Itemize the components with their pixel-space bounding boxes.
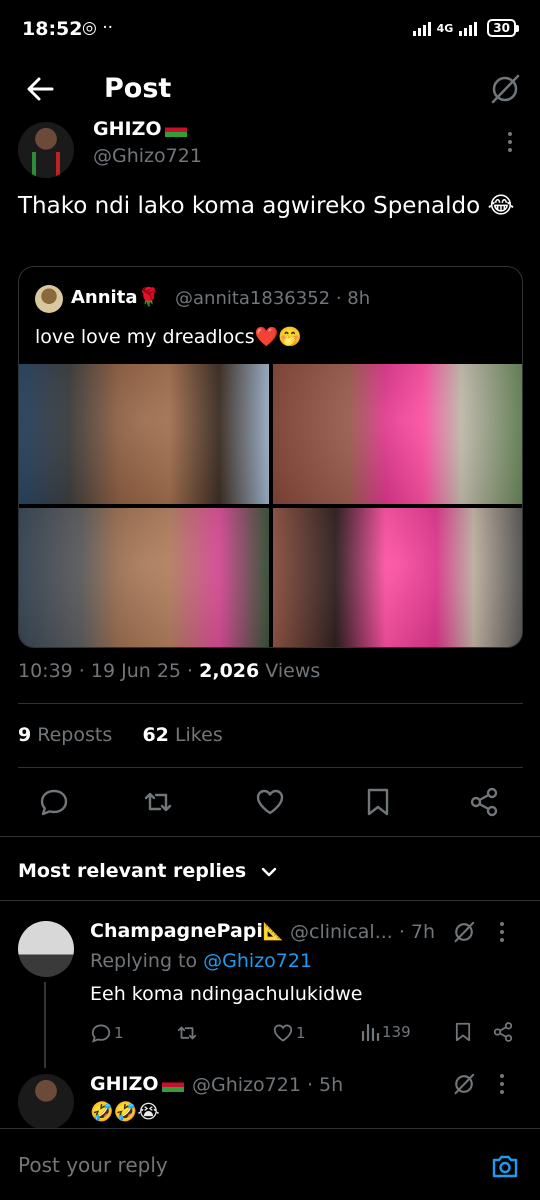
arrow-left-icon [27,77,54,101]
reply-icon [40,789,68,816]
malawi-flag-icon [164,122,187,137]
photo-4[interactable] [273,508,522,647]
post-metadata: 10:39 · 19 Jun 25 · 2,026 Views [18,660,320,682]
reply-repost-button[interactable] [176,1022,198,1044]
author-avatar[interactable] [18,122,74,178]
reply-composer [0,1128,540,1200]
heart-icon [256,789,284,815]
reply-author-handle[interactable]: @clinical... · 7h [290,921,435,943]
grok-icon [454,1073,475,1095]
author-name[interactable]: GHIZO [93,118,187,140]
reply-avatar[interactable] [18,921,74,977]
reply-text: Eeh koma ndingachulukidwe [90,983,363,1005]
more-options-button[interactable] [498,132,522,156]
reply-like-button[interactable]: 1 [272,1022,306,1044]
reply-author-name-text: ChampagnePapi [90,920,263,942]
reply-reply-button[interactable]: 1 [90,1022,124,1044]
photo-3[interactable] [19,508,269,647]
heart-icon [273,1024,293,1042]
like-button[interactable] [254,786,286,818]
engagement-stats: 9 Reposts 62 Likes [18,724,223,746]
battery-icon: 30 [487,19,519,37]
replies-heading-label: Most relevant replies [18,860,247,882]
replying-to-handle[interactable]: @Ghizo721 [203,950,312,972]
likes-stat[interactable]: 62 Likes [142,724,222,746]
bookmark-button[interactable] [362,786,394,818]
bookmark-icon [455,1022,471,1042]
reply-more-button[interactable] [500,1074,504,1094]
reply-button[interactable] [38,786,70,818]
reply-author-name[interactable]: GHIZO [90,1073,184,1095]
views-count: 139 [382,1023,411,1041]
share-icon [470,787,498,817]
grok-button[interactable] [488,72,522,106]
reply-avatar[interactable] [18,1074,74,1130]
photo-2[interactable] [273,364,522,504]
page-title: Post [104,73,172,104]
reply-author-handle[interactable]: @Ghizo721 · 5h [192,1074,343,1096]
reposts-stat[interactable]: 9 Reposts [18,724,112,746]
share-icon [493,1022,513,1042]
photo-1[interactable] [19,364,269,504]
reply-bookmark-button[interactable] [452,1021,474,1043]
bookmark-icon [367,788,389,816]
reply-icon [91,1024,111,1043]
analytics-icon [361,1023,380,1042]
reply-text: 🤣🤣😭 [90,1101,160,1123]
grok-icon [454,921,475,943]
malawi-flag-icon [161,1077,184,1092]
likes-label: Likes [168,724,223,746]
reply-more-button[interactable] [500,922,504,942]
share-button[interactable] [468,786,500,818]
replies-sort-dropdown[interactable]: Most relevant replies [18,860,277,882]
replying-to: Replying to @Ghizo721 [90,950,312,972]
quoted-post-card[interactable]: Annita🌹 @annita1836352 · 8h love love my… [18,266,523,648]
battery-level: 30 [493,21,510,35]
views-count: 2,026 [199,660,260,682]
grok-button[interactable] [452,1072,476,1100]
cell-signal-icon [459,20,478,36]
status-right: 4G 30 [412,19,519,37]
back-button[interactable] [22,72,62,106]
divider [18,703,523,704]
likes-count: 62 [142,724,169,746]
author-handle[interactable]: @Ghizo721 [93,145,202,167]
reply-share-button[interactable] [492,1021,514,1043]
quote-author-name: Annita🌹 [71,287,160,308]
divider [18,767,523,768]
grok-button[interactable] [452,920,476,948]
repost-icon [144,792,172,812]
reposts-count: 9 [18,724,32,746]
author-name-text: GHIZO [93,118,162,140]
status-bar: 18:52 ◎ ·· 4G 30 [0,0,540,60]
quote-author-handle: @annita1836352 · 8h [175,288,371,309]
divider [0,836,540,837]
reply-views-button[interactable]: 139 [360,1022,411,1042]
status-time: 18:52 [22,18,83,40]
views-label: Views [259,660,321,682]
camera-button[interactable] [490,1151,520,1181]
chevron-down-icon [261,867,276,876]
reply-author-name[interactable]: ChampagnePapi📐 [90,920,284,942]
notification-icons: ◎ ·· [82,18,114,38]
like-count: 1 [296,1024,306,1042]
repost-icon [177,1026,197,1040]
repost-button[interactable] [142,786,174,818]
divider [0,900,540,901]
grok-icon [491,74,520,104]
reply-input[interactable] [18,1153,458,1177]
owl-emoji-icon: 📐 [262,922,285,942]
wifi-signal-icon [412,20,431,36]
post-time: 10:39 · 19 Jun 25 · [18,660,200,682]
reply-count: 1 [114,1024,124,1042]
quote-author-avatar [35,285,63,313]
quote-text: love love my dreadlocs❤️🤭 [35,326,302,348]
network-type: 4G [436,21,454,35]
reply-author-name-text: GHIZO [90,1073,159,1095]
reposts-label: Reposts [31,724,113,746]
post-text: Thako ndi lako koma agwireko Spenaldo 😂 [18,193,515,219]
camera-icon [492,1155,518,1178]
replying-to-label: Replying to [90,950,204,972]
thread-line [44,982,46,1068]
